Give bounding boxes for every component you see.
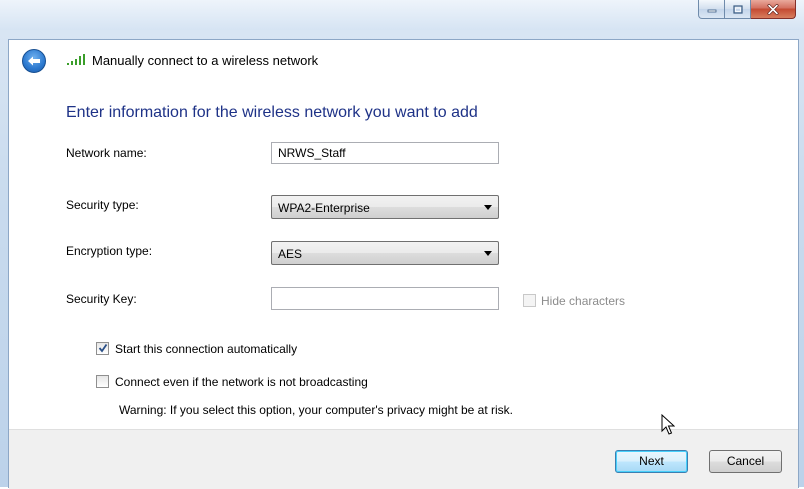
back-arrow-icon (28, 56, 40, 66)
mouse-cursor-icon (661, 414, 675, 435)
security-type-select[interactable]: WPA2-Enterprise (271, 195, 499, 219)
wizard-content: Manually connect to a wireless network E… (8, 39, 799, 489)
start-automatically-checkbox[interactable] (96, 342, 109, 355)
chevron-down-icon (484, 251, 492, 256)
hide-characters-label: Hide characters (541, 294, 626, 308)
close-button[interactable] (751, 0, 796, 19)
start-automatically-label: Start this connection automatically (115, 342, 298, 356)
checkmark-icon (98, 343, 108, 353)
encryption-type-select[interactable]: AES (271, 241, 499, 265)
hide-characters-checkbox[interactable] (523, 294, 536, 307)
network-name-input[interactable]: NRWS_Staff (271, 142, 499, 164)
security-key-label: Security Key: (66, 292, 137, 306)
close-icon (767, 3, 779, 15)
security-key-input[interactable] (271, 287, 499, 310)
cancel-button[interactable]: Cancel (709, 450, 782, 473)
security-type-label: Security type: (66, 198, 139, 212)
privacy-warning: Warning: If you select this option, your… (119, 403, 514, 417)
minimize-button[interactable] (698, 0, 725, 19)
window-frame: Manually connect to a wireless network E… (0, 0, 804, 489)
wizard-footer: Next Cancel (9, 429, 798, 489)
title-bar[interactable] (0, 0, 804, 30)
maximize-button[interactable] (725, 0, 751, 19)
caption-buttons (698, 0, 804, 20)
navigation-bar: Manually connect to a wireless network (9, 40, 798, 80)
maximize-icon (732, 4, 743, 14)
wizard-title: Manually connect to a wireless network (92, 53, 319, 68)
encryption-type-label: Encryption type: (66, 244, 153, 258)
chevron-down-icon (484, 205, 492, 210)
next-button[interactable]: Next (615, 450, 688, 473)
connect-hidden-checkbox[interactable] (96, 375, 109, 388)
minimize-icon (707, 9, 716, 13)
page-heading: Enter information for the wireless netwo… (66, 104, 478, 121)
network-name-label: Network name: (66, 146, 147, 160)
security-type-value: WPA2-Enterprise (278, 201, 370, 215)
wireless-signal-icon (67, 54, 85, 65)
connect-hidden-label: Connect even if the network is not broad… (115, 375, 368, 389)
back-button[interactable] (22, 49, 46, 73)
encryption-type-value: AES (278, 247, 303, 261)
